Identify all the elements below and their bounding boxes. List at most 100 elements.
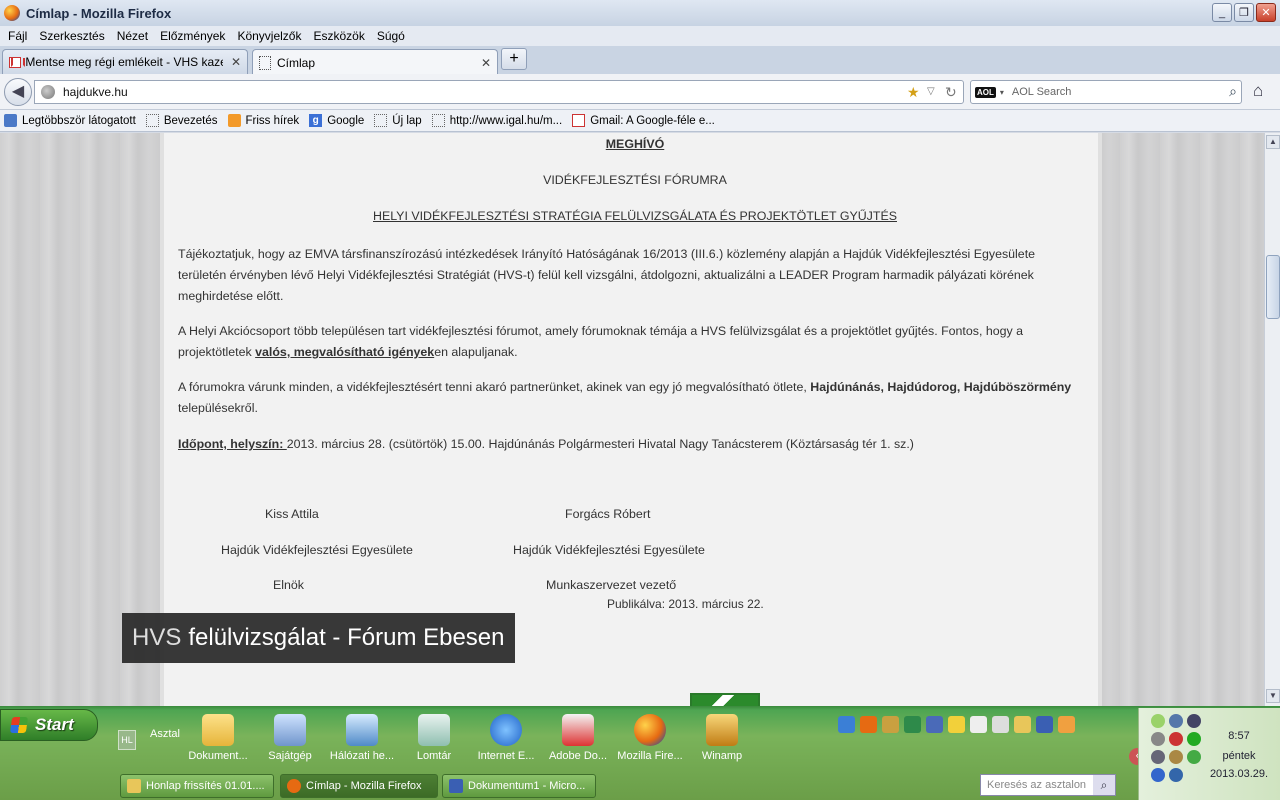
scroll-up-arrow-icon[interactable]: ▲ xyxy=(1266,135,1280,149)
excel-icon[interactable] xyxy=(904,716,921,733)
task-label: Dokumentum1 - Micro... xyxy=(468,780,586,792)
vertical-scrollbar[interactable]: ▲ ▼ xyxy=(1264,133,1280,706)
settings-icon[interactable] xyxy=(1058,716,1075,733)
bookmark-google[interactable]: g Google xyxy=(309,114,364,127)
search-icon[interactable]: ⌕ xyxy=(1229,83,1237,100)
app-my-computer[interactable]: Sajátgép xyxy=(254,714,326,762)
clock-date: 2013.03.29. xyxy=(1209,768,1269,780)
app-firefox[interactable]: Mozilla Fire... xyxy=(614,714,686,762)
word-icon[interactable] xyxy=(1036,716,1053,733)
caption-thin: HVS xyxy=(132,624,182,651)
ie-small-icon[interactable] xyxy=(838,716,855,733)
network-icon xyxy=(346,714,378,746)
signature-right-org: Hajdúk Vidékfejlesztési Egyesülete xyxy=(513,543,705,557)
menu-bookmarks[interactable]: Könyvjelzők xyxy=(237,29,301,43)
start-button[interactable]: Start xyxy=(0,709,98,741)
task-label: Honlap frissítés 01.01.... xyxy=(146,780,265,792)
search-icon[interactable]: ⌕ xyxy=(1093,775,1115,795)
clock-time[interactable]: 8:57 xyxy=(1199,730,1279,742)
desktop-search-input[interactable]: Keresés az asztalon ⌕ xyxy=(980,774,1116,796)
aol-icon: AOL xyxy=(975,86,996,98)
folder-icon xyxy=(127,779,141,793)
tray-icon[interactable] xyxy=(1187,714,1201,728)
paragraph-4: Időpont, helyszín: 2013. március 28. (cs… xyxy=(178,434,1086,455)
bookmark-intro[interactable]: Bevezetés xyxy=(145,114,218,127)
scroll-down-arrow-icon[interactable]: ▼ xyxy=(1266,689,1280,703)
bookmark-label: Legtöbbször látogatott xyxy=(22,114,136,127)
scroll-thumb[interactable] xyxy=(1266,255,1280,319)
task-firefox[interactable]: Címlap - Mozilla Firefox xyxy=(280,774,438,798)
media-icon[interactable] xyxy=(926,716,943,733)
gmail-icon xyxy=(572,114,586,127)
firefox-small-icon[interactable] xyxy=(860,716,877,733)
system-tray: 8:57 péntek 2013.03.29. xyxy=(1138,708,1280,800)
paragraph-2: A Helyi Akciócsoport több településen ta… xyxy=(178,321,1086,363)
tab-gmail[interactable]: Mentse meg régi emlékeit - VHS kazettár.… xyxy=(2,49,248,74)
tray-icon[interactable] xyxy=(1151,714,1165,728)
home-icon[interactable]: ⌂ xyxy=(1253,81,1263,101)
tool-icon[interactable] xyxy=(882,716,899,733)
blank-page-icon xyxy=(374,114,388,127)
app-internet-explorer[interactable]: Internet E... xyxy=(470,714,542,762)
calendar-icon[interactable] xyxy=(992,716,1009,733)
app-winamp[interactable]: Winamp xyxy=(686,714,758,762)
task-honlap[interactable]: Honlap frissítés 01.01.... xyxy=(120,774,274,798)
blank-page-icon xyxy=(145,114,159,127)
bookmark-news[interactable]: Friss hírek xyxy=(227,114,299,127)
star-icon[interactable] xyxy=(948,716,965,733)
minimize-button[interactable]: _ xyxy=(1212,3,1232,22)
bookmark-label: Bevezetés xyxy=(163,114,218,127)
network-icon[interactable] xyxy=(1151,768,1165,782)
volume-icon[interactable] xyxy=(1169,750,1183,764)
menu-tools[interactable]: Eszközök xyxy=(313,29,364,43)
menu-view[interactable]: Nézet xyxy=(117,29,148,43)
dropdown-icon[interactable]: ▽ xyxy=(927,86,935,97)
app-documents[interactable]: Dokument... xyxy=(182,714,254,762)
folder-icon[interactable] xyxy=(1014,716,1031,733)
tab-label: Mentse meg régi emlékeit - VHS kazettár.… xyxy=(25,55,223,69)
page-viewport: MEGHÍVÓ VIDÉKFEJLESZTÉSI FÓRUMRA HELYI V… xyxy=(0,133,1264,706)
tray-icon[interactable] xyxy=(1169,714,1183,728)
bookmark-igal[interactable]: http://www.igal.hu/m... xyxy=(431,114,562,127)
desktop-toolbar-label[interactable]: Asztal xyxy=(150,728,180,740)
reload-icon[interactable]: ↻ xyxy=(945,84,957,101)
windows-logo-icon xyxy=(9,717,29,733)
google-icon: g xyxy=(309,114,323,127)
article-caption[interactable]: HVS felülvizsgálat - Fórum Ebesen xyxy=(122,613,515,663)
url-bar[interactable]: hajdukve.hu ★ ▽ ↻ xyxy=(34,80,964,104)
tray-icon[interactable] xyxy=(1151,750,1165,764)
maximize-button[interactable]: ❐ xyxy=(1234,3,1254,22)
app-label: Sajátgép xyxy=(268,750,312,762)
tray-icon[interactable] xyxy=(1169,732,1183,746)
bookmark-most-visited[interactable]: Legtöbbször látogatott xyxy=(4,114,136,127)
menu-edit[interactable]: Szerkesztés xyxy=(39,29,104,43)
app-network[interactable]: Hálózati he... xyxy=(326,714,398,762)
tray-icon[interactable] xyxy=(1151,732,1165,746)
tab-cimlap[interactable]: Címlap ✕ xyxy=(252,49,498,75)
app-recycle-bin[interactable]: Lomtár xyxy=(398,714,470,762)
forum-subheading: VIDÉKFEJLESZTÉSI FÓRUMRA xyxy=(543,173,727,187)
search-box[interactable]: AOL ▾ AOL Search ⌕ xyxy=(970,80,1242,104)
new-tab-button[interactable]: + xyxy=(501,48,527,70)
menu-bar: Fájl Szerkesztés Nézet Előzmények Könyvj… xyxy=(0,26,1280,46)
tab-close-icon[interactable]: ✕ xyxy=(223,55,241,69)
task-word[interactable]: Dokumentum1 - Micro... xyxy=(442,774,596,798)
tray-icon[interactable] xyxy=(1169,768,1183,782)
tab-close-icon[interactable]: ✕ xyxy=(473,56,491,70)
bookmark-star-icon[interactable]: ★ xyxy=(907,84,920,101)
folder-icon xyxy=(202,714,234,746)
winamp-icon xyxy=(706,714,738,746)
close-button[interactable]: ✕ xyxy=(1256,3,1276,22)
menu-help[interactable]: Súgó xyxy=(377,29,405,43)
menu-file[interactable]: Fájl xyxy=(8,29,27,43)
menu-history[interactable]: Előzmények xyxy=(160,29,225,43)
paragraph-1: Tájékoztatjuk, hogy az EMVA társfinanszí… xyxy=(178,247,1036,303)
bookmark-gmail[interactable]: Gmail: A Google-féle e... xyxy=(572,114,715,127)
back-button[interactable]: ◀ xyxy=(4,78,32,106)
chevron-down-icon[interactable]: ▾ xyxy=(1000,88,1004,97)
calc-icon[interactable] xyxy=(970,716,987,733)
language-indicator[interactable]: HL xyxy=(118,730,136,750)
app-adobe[interactable]: Adobe Do... xyxy=(542,714,614,762)
date-place-text: 2013. március 28. (csütörtök) 15.00. Haj… xyxy=(286,437,914,451)
bookmark-new-tab[interactable]: Új lap xyxy=(374,114,422,127)
